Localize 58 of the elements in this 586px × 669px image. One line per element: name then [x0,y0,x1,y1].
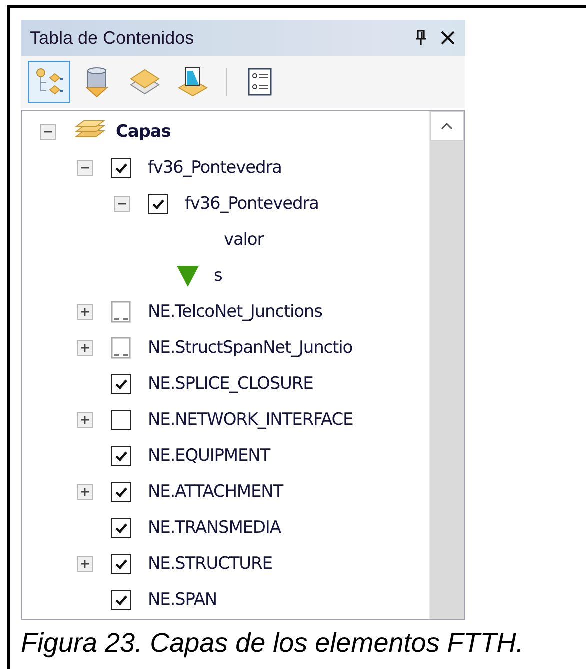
layer-label[interactable]: fv36_Pontevedra [148,158,282,178]
device-icon [111,337,131,359]
layer-label[interactable]: fv36_Pontevedra [185,194,319,214]
pin-icon[interactable] [415,30,427,46]
check-icon [114,522,128,534]
check-icon [114,162,128,174]
layer-label[interactable]: NE.EQUIPMENT [148,446,270,466]
layer-group-label[interactable]: Capas [116,122,171,142]
layer-label[interactable]: NE.TRANSMEDIA [148,518,281,538]
layer-label[interactable]: NE.NETWORK_INTERFACE [148,410,354,430]
plus-icon [80,559,90,569]
check-icon [114,378,128,390]
layer-label[interactable]: NE.SPLICE_CLOSURE [148,374,314,394]
check-icon [114,486,128,498]
figure-caption: Figura 23. Capas de los elementos FTTH. [21,628,525,659]
checkbox[interactable] [111,554,131,574]
checkbox[interactable] [111,482,131,502]
close-icon[interactable] [441,31,455,45]
collapse-button[interactable] [114,196,130,212]
checkbox[interactable] [111,518,131,538]
layer-label[interactable]: NE.ATTACHMENT [148,482,284,502]
layers-icon [129,67,161,97]
checkbox[interactable] [111,374,131,394]
panel-title: Tabla de Contenidos [30,28,194,48]
map-page-icon [177,66,209,98]
database-icon [84,66,110,98]
plus-icon [80,343,90,353]
plus-icon [80,487,90,497]
scroll-up-button[interactable] [430,111,464,141]
layer-label[interactable]: NE.StructSpanNet_Junctio [148,338,353,358]
chevron-up-icon [441,122,453,130]
expand-button[interactable] [77,304,93,320]
checkbox[interactable] [148,194,168,214]
layer-label[interactable]: NE.SPAN [148,590,217,610]
check-icon [114,450,128,462]
checkbox[interactable] [111,410,131,430]
plus-icon [80,307,90,317]
scrollbar[interactable] [429,111,464,619]
layer-label[interactable]: NE.TelcoNet_Junctions [148,302,322,322]
expand-button[interactable] [77,340,93,356]
device-icon [111,301,131,323]
expand-button[interactable] [77,484,93,500]
checkbox[interactable] [111,446,131,466]
expand-button[interactable] [77,556,93,572]
checkbox[interactable] [111,590,131,610]
checkbox[interactable] [111,158,131,178]
check-icon [114,594,128,606]
expand-button[interactable] [77,412,93,428]
legend-label: s [214,266,222,286]
collapse-button[interactable] [40,124,56,140]
legend-heading: valor [224,230,264,250]
check-icon [152,198,164,210]
collapse-button[interactable] [77,160,93,176]
layer-label[interactable]: NE.STRUCTURE [148,554,272,574]
list-icon [248,68,272,96]
check-icon [114,558,128,570]
plus-icon [80,415,90,425]
tree-diagram-icon [34,67,64,97]
